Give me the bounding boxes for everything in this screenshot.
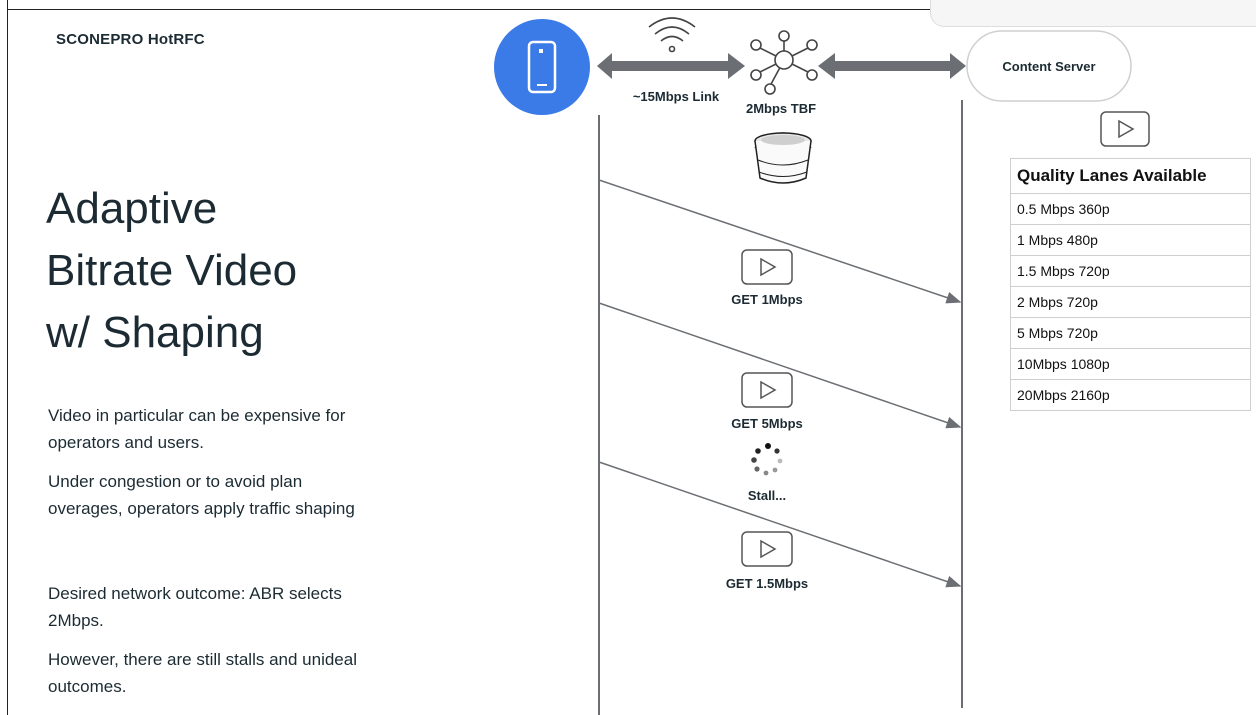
- table-cell: 10Mbps 1080p: [1010, 348, 1251, 380]
- play-icon: [741, 249, 793, 285]
- table-row: 1.5 Mbps 720p: [1010, 255, 1251, 287]
- request-label: GET 5Mbps: [731, 416, 803, 431]
- table-cell: 1 Mbps 480p: [1010, 224, 1251, 256]
- request-arrow: [598, 461, 962, 588]
- bucket-icon: [754, 132, 812, 184]
- table-row: 1 Mbps 480p: [1010, 224, 1251, 256]
- play-icon: [741, 531, 793, 567]
- table-cell: 0.5 Mbps 360p: [1010, 193, 1251, 225]
- table-row: 2 Mbps 720p: [1010, 286, 1251, 318]
- play-icon: [1100, 111, 1150, 147]
- phone-icon: [494, 19, 590, 115]
- request-arrow: [598, 302, 962, 429]
- table-row: 5 Mbps 720p: [1010, 317, 1251, 349]
- quality-lanes-table: Quality Lanes Available 0.5 Mbps 360p 1 …: [1010, 158, 1251, 411]
- link-arrow: [597, 53, 745, 79]
- tbf-label: 2Mbps TBF: [746, 101, 816, 116]
- table-row: 0.5 Mbps 360p: [1010, 193, 1251, 225]
- table-cell: 5 Mbps 720p: [1010, 317, 1251, 349]
- stall-label: Stall...: [748, 488, 786, 503]
- table-cell: 20Mbps 2160p: [1010, 379, 1251, 411]
- table-cell: 1.5 Mbps 720p: [1010, 255, 1251, 287]
- wifi-icon: [648, 17, 696, 53]
- request-label: GET 1Mbps: [731, 292, 803, 307]
- spinner-icon: [751, 443, 783, 476]
- content-server-label: Content Server: [1002, 59, 1095, 74]
- link-label: ~15Mbps Link: [633, 89, 720, 104]
- table-row: 20Mbps 2160p: [1010, 379, 1251, 411]
- table-header: Quality Lanes Available: [1010, 158, 1251, 194]
- play-icon: [741, 372, 793, 408]
- table-row: 10Mbps 1080p: [1010, 348, 1251, 380]
- table-cell: 2 Mbps 720p: [1010, 286, 1251, 318]
- request-label: GET 1.5Mbps: [726, 576, 808, 591]
- hub-icon: [750, 30, 818, 95]
- server-arrow: [818, 53, 966, 79]
